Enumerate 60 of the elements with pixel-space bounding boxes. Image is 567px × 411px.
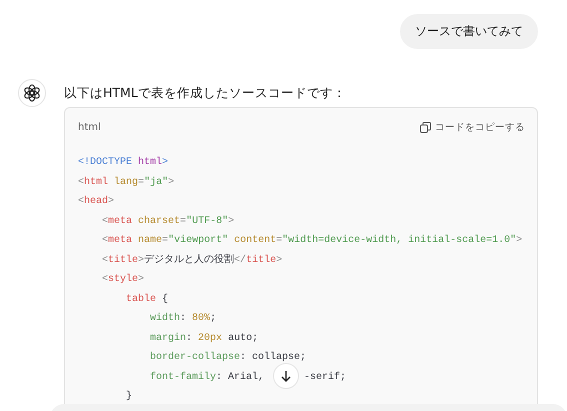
code-token: > bbox=[138, 273, 144, 287]
code-token: margin bbox=[149, 332, 186, 346]
code-token: table bbox=[125, 292, 156, 306]
code-token: デジタルと人の役割 bbox=[144, 252, 234, 268]
code-token: > bbox=[276, 254, 282, 268]
code-token: "viewport" bbox=[168, 234, 228, 248]
code-token: < bbox=[78, 176, 84, 190]
code-token: ; bbox=[210, 312, 216, 326]
code-token: > bbox=[138, 254, 144, 268]
code-token: font-family bbox=[149, 370, 216, 384]
code-token: > bbox=[168, 176, 174, 190]
code-token: lang bbox=[113, 176, 138, 190]
code-token: > bbox=[108, 195, 114, 209]
code-token: 80% bbox=[191, 312, 210, 326]
code-token: = bbox=[162, 234, 168, 248]
user-message: ソースで書いてみて bbox=[400, 14, 538, 49]
code-language-label: html bbox=[78, 122, 101, 132]
code-token: html bbox=[84, 176, 108, 190]
code-token: charset bbox=[137, 214, 180, 228]
code-token: "UTF-8" bbox=[186, 214, 228, 228]
code-token: "width=device-width, initial-scale=1.0" bbox=[282, 234, 516, 248]
code-token: </ bbox=[234, 254, 246, 268]
logo-icon bbox=[18, 79, 46, 107]
code-token: auto; bbox=[227, 332, 258, 346]
code-token: { bbox=[161, 292, 168, 306]
code-token: < bbox=[101, 214, 108, 228]
code-token: < bbox=[101, 273, 108, 287]
code-token: title bbox=[108, 254, 138, 268]
code-token: html bbox=[137, 156, 162, 170]
code-token: border-collapse bbox=[149, 350, 240, 365]
assistant-message: 以下はHTMLで表を作成したソースコードです： bbox=[64, 84, 347, 102]
code-token: head bbox=[84, 194, 108, 209]
down-arrow-icon bbox=[281, 370, 291, 382]
code-token: > bbox=[228, 214, 234, 228]
code-token: : bbox=[186, 332, 192, 346]
code-token: < bbox=[101, 254, 108, 268]
code-token: : collapse; bbox=[240, 350, 306, 365]
code-token: meta bbox=[108, 234, 132, 248]
code-token: <!DOCTYPE bbox=[78, 156, 132, 170]
code-token: -serif; bbox=[304, 370, 346, 384]
code-token: : bbox=[180, 312, 186, 326]
code-token: style bbox=[108, 272, 138, 287]
code-token: < bbox=[101, 234, 108, 248]
code-token: } bbox=[125, 390, 132, 404]
copy-code-button[interactable]: コードをコピーする bbox=[420, 120, 525, 134]
code-token: = bbox=[276, 234, 282, 248]
code-token: < bbox=[78, 195, 84, 209]
code-token: 20px bbox=[197, 332, 222, 346]
code-token: = bbox=[138, 176, 144, 190]
code-token: "ja" bbox=[144, 176, 168, 190]
code-token: name bbox=[137, 234, 162, 248]
code-token: > bbox=[162, 156, 168, 170]
code-token: : Arial, bbox=[216, 370, 264, 384]
code-token: = bbox=[180, 214, 186, 228]
code-token: meta bbox=[108, 214, 132, 228]
code-token: title bbox=[246, 254, 276, 268]
code-token: > bbox=[516, 234, 522, 248]
copy-icon bbox=[420, 122, 431, 132]
code-token: width bbox=[149, 312, 180, 326]
code-token: content bbox=[233, 234, 276, 248]
